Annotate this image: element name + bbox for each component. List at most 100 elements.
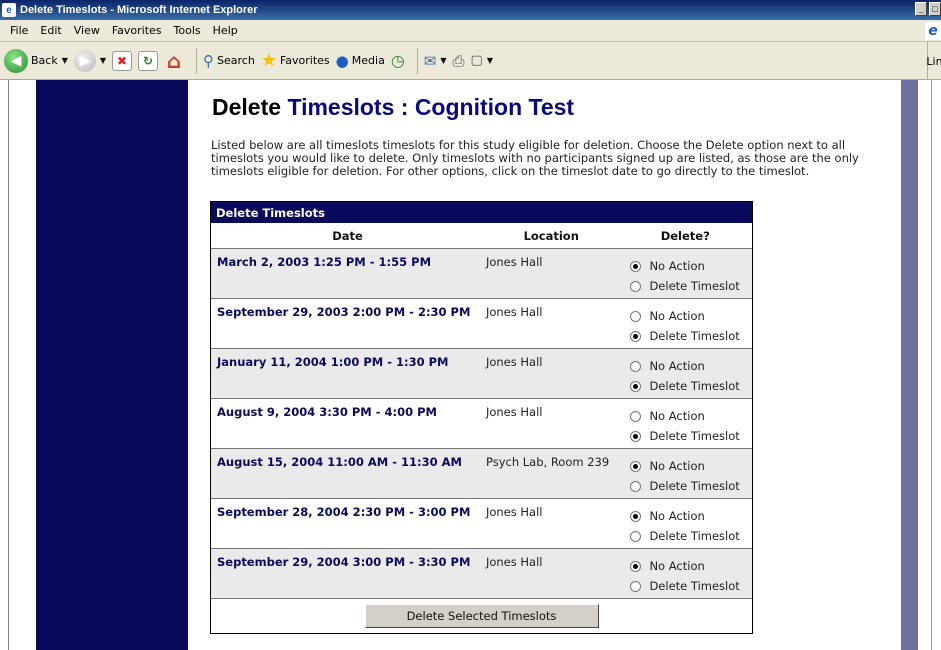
radio-button[interactable] bbox=[630, 580, 642, 592]
radio-label: Delete Timeslot bbox=[649, 579, 740, 593]
radio-button[interactable] bbox=[630, 380, 642, 392]
frame-border bbox=[8, 80, 9, 650]
media-icon: ● bbox=[335, 51, 349, 70]
minimize-button[interactable]: _ bbox=[915, 2, 927, 16]
mail-button[interactable]: ✉ ▼ bbox=[424, 52, 447, 70]
standard-toolbar: ◀ Back ▼ ▶ ▼ ✖ ↻ ⌂ ⚲ Search ★ Favorites … bbox=[0, 42, 941, 80]
timeslot-location: Jones Hall bbox=[485, 355, 543, 369]
home-icon: ⌂ bbox=[166, 48, 182, 73]
radio-label: No Action bbox=[649, 309, 705, 323]
stop-icon: ✖ bbox=[112, 50, 133, 71]
radio-button[interactable] bbox=[630, 510, 642, 522]
toolbar-divider bbox=[416, 47, 418, 74]
menu-file[interactable]: File bbox=[4, 24, 34, 37]
radio-label: No Action bbox=[649, 559, 705, 573]
radio-button[interactable] bbox=[630, 330, 642, 342]
timeslot-date-link[interactable]: March 2, 2003 1:25 PM - 1:55 PM bbox=[211, 249, 484, 298]
links-toolbar[interactable]: Lin bbox=[926, 42, 941, 80]
radio-label: Delete Timeslot bbox=[649, 279, 740, 293]
radio-button[interactable] bbox=[630, 280, 642, 292]
home-button[interactable]: ⌂ bbox=[164, 48, 184, 73]
search-button[interactable]: ⚲ Search bbox=[203, 52, 255, 70]
delete-options: No Action Delete Timeslot bbox=[618, 249, 752, 298]
column-header-date: Date bbox=[332, 228, 363, 243]
delete-timeslot-option[interactable]: Delete Timeslot bbox=[630, 276, 752, 296]
radio-selected-dot bbox=[633, 513, 639, 519]
table-row: January 11, 2004 1:00 PM - 1:30 PM Jones … bbox=[211, 349, 752, 399]
no-action-option[interactable]: No Action bbox=[630, 256, 752, 276]
window-titlebar: e Delete Timeslots - Microsoft Internet … bbox=[0, 0, 941, 20]
menu-help[interactable]: Help bbox=[207, 24, 244, 37]
delete-timeslot-option[interactable]: Delete Timeslot bbox=[630, 426, 752, 446]
print-button[interactable]: ⎙ bbox=[453, 52, 465, 70]
page-title: Delete Timeslots : Cognition Test bbox=[212, 94, 574, 121]
right-side-bar bbox=[901, 80, 918, 650]
toolbar-divider bbox=[196, 47, 198, 74]
back-button[interactable]: ◀ Back ▼ bbox=[4, 48, 68, 73]
menu-favorites[interactable]: Favorites bbox=[106, 24, 168, 37]
window-controls: _ □ bbox=[915, 2, 941, 16]
favorites-button[interactable]: ★ Favorites bbox=[261, 50, 330, 71]
menu-tools[interactable]: Tools bbox=[168, 24, 207, 37]
timeslot-date-link[interactable]: August 9, 2004 3:30 PM - 4:00 PM bbox=[211, 399, 484, 448]
radio-button[interactable] bbox=[630, 560, 642, 572]
radio-button[interactable] bbox=[630, 410, 642, 422]
radio-button[interactable] bbox=[630, 360, 642, 372]
stop-button[interactable]: ✖ bbox=[112, 50, 133, 71]
delete-timeslot-option[interactable]: Delete Timeslot bbox=[630, 376, 752, 396]
menu-view[interactable]: View bbox=[68, 24, 106, 37]
delete-timeslot-option[interactable]: Delete Timeslot bbox=[630, 476, 752, 496]
delete-selected-button[interactable]: Delete Selected Timeslots bbox=[364, 604, 599, 628]
delete-timeslot-option[interactable]: Delete Timeslot bbox=[630, 526, 752, 546]
no-action-option[interactable]: No Action bbox=[630, 406, 752, 426]
no-action-option[interactable]: No Action bbox=[630, 556, 752, 576]
radio-button[interactable] bbox=[630, 260, 642, 272]
no-action-option[interactable]: No Action bbox=[630, 506, 752, 526]
back-label: Back bbox=[31, 54, 58, 67]
maximize-button[interactable]: □ bbox=[929, 2, 941, 16]
no-action-option[interactable]: No Action bbox=[630, 456, 752, 476]
radio-button[interactable] bbox=[630, 480, 642, 492]
column-header-location: Location bbox=[523, 228, 579, 243]
delete-options: No Action Delete Timeslot bbox=[618, 399, 752, 448]
chevron-down-icon: ▼ bbox=[99, 56, 107, 65]
radio-button[interactable] bbox=[630, 530, 642, 542]
radio-label: Delete Timeslot bbox=[649, 529, 740, 543]
chevron-down-icon: ▼ bbox=[440, 56, 447, 65]
timeslot-date-link[interactable]: September 28, 2004 2:30 PM - 3:00 PM bbox=[211, 499, 484, 548]
no-action-option[interactable]: No Action bbox=[630, 356, 752, 376]
menu-edit[interactable]: Edit bbox=[34, 24, 67, 37]
edit-button[interactable]: ▢ ▼ bbox=[471, 53, 493, 68]
radio-button[interactable] bbox=[630, 430, 642, 442]
edit-icon: ▢ bbox=[470, 53, 483, 68]
delete-timeslot-option[interactable]: Delete Timeslot bbox=[630, 576, 752, 596]
radio-selected-dot bbox=[633, 383, 639, 389]
media-button[interactable]: ● Media bbox=[336, 52, 385, 70]
left-nav-bar bbox=[36, 80, 188, 650]
forward-arrow-icon: ▶ bbox=[73, 49, 96, 72]
delete-timeslot-option[interactable]: Delete Timeslot bbox=[630, 326, 752, 346]
forward-button[interactable]: ▶ ▼ bbox=[73, 49, 107, 72]
timeslot-date-link[interactable]: January 11, 2004 1:00 PM - 1:30 PM bbox=[211, 349, 484, 398]
radio-button[interactable] bbox=[630, 460, 642, 472]
page-viewport: Delete Timeslots : Cognition Test Listed… bbox=[0, 80, 941, 650]
timeslot-date-link[interactable]: September 29, 2004 3:00 PM - 3:30 PM bbox=[211, 549, 484, 598]
history-button[interactable]: ◷ bbox=[391, 51, 405, 70]
search-icon: ⚲ bbox=[203, 51, 215, 70]
radio-button[interactable] bbox=[630, 310, 642, 322]
refresh-button[interactable]: ↻ bbox=[138, 50, 159, 71]
radio-label: No Action bbox=[649, 409, 705, 423]
radio-label: Delete Timeslot bbox=[649, 429, 740, 443]
timeslot-location: Jones Hall bbox=[485, 255, 543, 269]
timeslot-date-link[interactable]: August 15, 2004 11:00 AM - 11:30 AM bbox=[211, 449, 484, 498]
delete-options: No Action Delete Timeslot bbox=[618, 549, 752, 598]
frame-border bbox=[931, 80, 941, 650]
favorites-label: Favorites bbox=[279, 54, 330, 67]
table-row: August 15, 2004 11:00 AM - 11:30 AM Psych… bbox=[211, 449, 752, 499]
radio-selected-dot bbox=[633, 463, 639, 469]
radio-selected-dot bbox=[633, 433, 639, 439]
timeslot-location: Jones Hall bbox=[485, 305, 543, 319]
menu-bar: File Edit View Favorites Tools Help e bbox=[0, 20, 941, 42]
timeslot-date-link[interactable]: September 29, 2003 2:00 PM - 2:30 PM bbox=[211, 299, 484, 348]
no-action-option[interactable]: No Action bbox=[630, 306, 752, 326]
